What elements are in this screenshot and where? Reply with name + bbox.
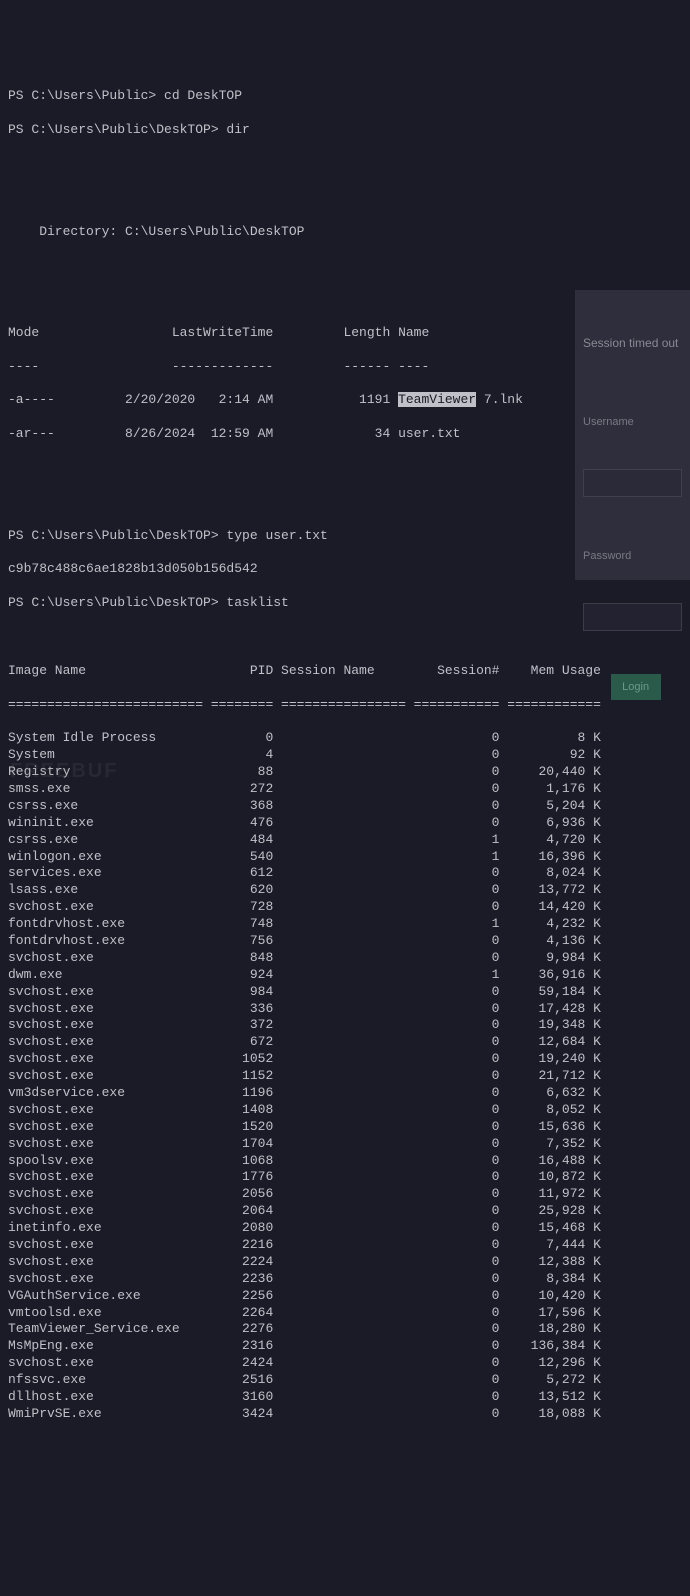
prompt-dir: PS C:\Users\Public\DeskTOP> dir — [8, 122, 682, 139]
username-label: Username — [583, 415, 682, 429]
tasklist-row: svchost.exe 1052 0 19,240 K — [8, 1051, 682, 1068]
blank-line — [8, 257, 682, 274]
tasklist-row: svchost.exe 672 0 12,684 K — [8, 1034, 682, 1051]
tasklist-row: svchost.exe 1776 0 10,872 K — [8, 1169, 682, 1186]
tasklist-row: svchost.exe 372 0 19,348 K — [8, 1017, 682, 1034]
blank-line — [8, 156, 682, 173]
password-label: Password — [583, 549, 682, 563]
login-overlay: Session timed out Username Password Logi… — [575, 290, 690, 580]
tasklist-row: svchost.exe 1704 0 7,352 K — [8, 1136, 682, 1153]
tasklist-row: svchost.exe 728 0 14,420 K — [8, 899, 682, 916]
tasklist-row: vm3dservice.exe 1196 0 6,632 K — [8, 1085, 682, 1102]
blank-line — [8, 190, 682, 207]
tasklist-row: TeamViewer_Service.exe 2276 0 18,280 K — [8, 1321, 682, 1338]
tasklist-body: System Idle Process 0 0 8 KSystem 4 0 92… — [8, 730, 682, 1423]
tasklist-divider: ========================= ======== =====… — [8, 697, 682, 714]
tasklist-row: vmtoolsd.exe 2264 0 17,596 K — [8, 1305, 682, 1322]
tasklist-row: svchost.exe 2216 0 7,444 K — [8, 1237, 682, 1254]
tasklist-row: svchost.exe 2424 0 12,296 K — [8, 1355, 682, 1372]
tasklist-row: svchost.exe 1520 0 15,636 K — [8, 1119, 682, 1136]
tasklist-row: dwm.exe 924 1 36,916 K — [8, 967, 682, 984]
blank-line — [8, 629, 682, 646]
tasklist-row: fontdrvhost.exe 756 0 4,136 K — [8, 933, 682, 950]
username-input[interactable] — [583, 469, 682, 497]
password-input[interactable] — [583, 603, 682, 631]
tasklist-row: lsass.exe 620 0 13,772 K — [8, 882, 682, 899]
tasklist-row: svchost.exe 1408 0 8,052 K — [8, 1102, 682, 1119]
tasklist-row: VGAuthService.exe 2256 0 10,420 K — [8, 1288, 682, 1305]
tasklist-row: nfssvc.exe 2516 0 5,272 K — [8, 1372, 682, 1389]
watermark: FREEBUF — [10, 758, 118, 784]
dir-header: Directory: C:\Users\Public\DeskTOP — [8, 224, 682, 241]
tasklist-row: svchost.exe 336 0 17,428 K — [8, 1001, 682, 1018]
tasklist-row: System Idle Process 0 0 8 K — [8, 730, 682, 747]
tasklist-row: csrss.exe 484 1 4,720 K — [8, 832, 682, 849]
tasklist-row: WmiPrvSE.exe 3424 0 18,088 K — [8, 1406, 682, 1423]
prompt-tasklist: PS C:\Users\Public\DeskTOP> tasklist — [8, 595, 682, 612]
tasklist-row: svchost.exe 2236 0 8,384 K — [8, 1271, 682, 1288]
tasklist-row: csrss.exe 368 0 5,204 K — [8, 798, 682, 815]
tasklist-row: dllhost.exe 3160 0 13,512 K — [8, 1389, 682, 1406]
tasklist-row: svchost.exe 2064 0 25,928 K — [8, 1203, 682, 1220]
tasklist-header: Image Name PID Session Name Session# Mem… — [8, 663, 682, 680]
tasklist-row: winlogon.exe 540 1 16,396 K — [8, 849, 682, 866]
tasklist-row: inetinfo.exe 2080 0 15,468 K — [8, 1220, 682, 1237]
login-button[interactable]: Login — [611, 674, 661, 700]
tasklist-row: wininit.exe 476 0 6,936 K — [8, 815, 682, 832]
terminal-output: PS C:\Users\Public> cd DeskTOP PS C:\Use… — [0, 68, 690, 1444]
overlay-title: Session timed out — [583, 336, 682, 352]
tasklist-row: svchost.exe 984 0 59,184 K — [8, 984, 682, 1001]
tasklist-row: svchost.exe 2224 0 12,388 K — [8, 1254, 682, 1271]
tasklist-row: svchost.exe 848 0 9,984 K — [8, 950, 682, 967]
highlighted-text: TeamViewer — [398, 392, 476, 407]
tasklist-row: spoolsv.exe 1068 0 16,488 K — [8, 1153, 682, 1170]
tasklist-row: svchost.exe 2056 0 11,972 K — [8, 1186, 682, 1203]
tasklist-row: svchost.exe 1152 0 21,712 K — [8, 1068, 682, 1085]
tasklist-row: MsMpEng.exe 2316 0 136,384 K — [8, 1338, 682, 1355]
tasklist-row: services.exe 612 0 8,024 K — [8, 865, 682, 882]
prompt-cd: PS C:\Users\Public> cd DeskTOP — [8, 88, 682, 105]
tasklist-row: fontdrvhost.exe 748 1 4,232 K — [8, 916, 682, 933]
